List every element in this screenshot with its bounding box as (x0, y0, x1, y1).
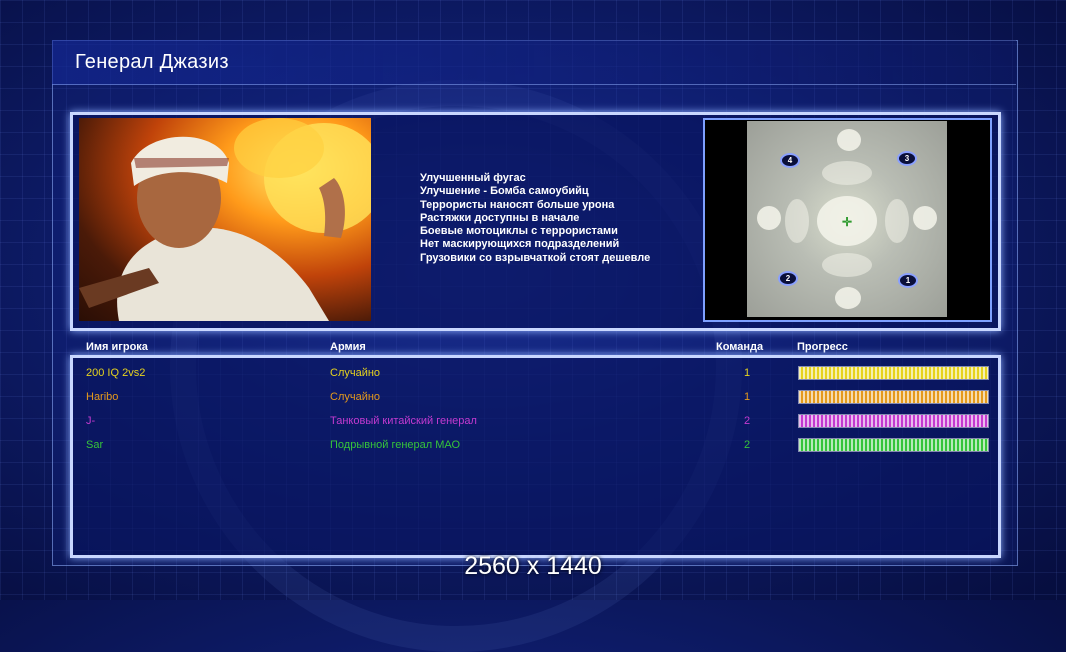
loading-progress-bar (798, 390, 989, 404)
map-terrain (822, 253, 872, 277)
map-terrain (885, 199, 909, 243)
map-terrain (913, 206, 937, 230)
player-army: Танковый китайский генерал (330, 415, 477, 427)
general-title: Генерал Джазиз (75, 51, 229, 73)
feature-item: Улучшенный фугас (420, 172, 526, 184)
feature-item: Улучшение - Бомба самоубийц (420, 185, 589, 198)
progress-fill (799, 415, 988, 427)
player-team: 1 (744, 367, 751, 379)
player-team: 2 (744, 439, 751, 451)
progress-fill (799, 439, 988, 451)
players-table-panel (70, 355, 1001, 558)
loading-progress-bar (798, 438, 989, 452)
progress-fill (799, 367, 988, 379)
player-name: Haribo (86, 391, 119, 403)
player-team: 1 (744, 391, 751, 403)
player-army: Случайно (330, 367, 381, 379)
map-terrain (837, 129, 861, 151)
feature-item: Нет маскирующихся подразделений (420, 238, 620, 251)
start-position-3: 3 (897, 151, 917, 166)
header-progress: Прогресс (797, 341, 848, 353)
player-army: Подрывной генерал МАО (330, 439, 461, 451)
feature-item: Растяжки доступны в начале (420, 211, 580, 224)
loading-progress-bar (798, 366, 989, 380)
start-position-4: 4 (780, 153, 800, 168)
progress-fill (799, 391, 988, 403)
map-terrain (835, 287, 861, 309)
player-name: 200 IQ 2vs2 (86, 367, 146, 379)
start-position-1: 1 (898, 273, 918, 288)
player-name: Sar (86, 439, 104, 451)
start-position-2: 2 (778, 271, 798, 286)
player-army: Случайно (330, 391, 381, 403)
header-army: Армия (330, 341, 366, 353)
feature-item: Грузовики со взрывчаткой стоят дешевле (420, 251, 651, 264)
feature-item: Террористы наносят больше урона (420, 198, 615, 211)
minimap: ✛ 4 3 2 1 (747, 121, 947, 317)
general-portrait (79, 118, 371, 321)
general-features-list: Улучшенный фугас Улучшение - Бомба самоу… (420, 172, 650, 265)
map-center-marker-icon: ✛ (842, 215, 853, 229)
player-team: 2 (744, 415, 751, 427)
feature-item: Боевые мотоциклы с террористами (420, 225, 618, 238)
resolution-label: 2560 x 1440 (464, 552, 602, 580)
map-terrain (785, 199, 809, 243)
player-name: J- (86, 415, 96, 427)
map-terrain (757, 206, 781, 230)
map-terrain (822, 161, 872, 185)
loading-progress-bar (798, 414, 989, 428)
header-player-name: Имя игрока (86, 341, 148, 353)
header-team: Команда (716, 341, 764, 353)
